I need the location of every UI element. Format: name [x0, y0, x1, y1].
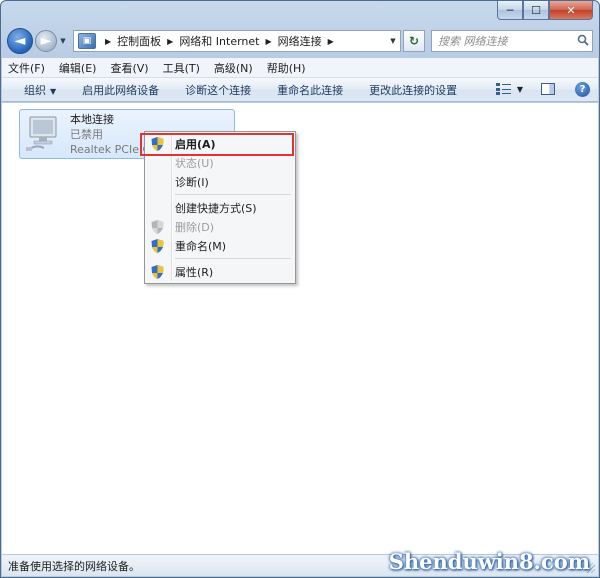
address-dropdown[interactable]: ▼: [386, 37, 400, 45]
search-input[interactable]: 搜索 网络连接: [431, 30, 593, 52]
context-menu-label: 启用(A): [175, 138, 216, 151]
context-menu: 启用(A) 状态(U) 诊断(I) 创建快捷方式(S) 删除(D) 重命名(M)…: [144, 131, 296, 284]
context-menu-create-shortcut[interactable]: 创建快捷方式(S): [147, 198, 293, 218]
close-button[interactable]: ✕: [549, 1, 593, 20]
watermark: Shenduwin8.com: [388, 549, 590, 574]
context-menu-label: 属性(R): [175, 266, 214, 279]
content-area: 本地连接 已禁用 Realtek PCIe G: [2, 103, 598, 554]
menu-bar: 文件(F) 编辑(E) 查看(V) 工具(T) 高级(N) 帮助(H): [2, 58, 598, 78]
breadcrumb-separator[interactable]: ▶: [328, 37, 334, 46]
connection-status: 已禁用: [70, 128, 103, 141]
breadcrumb: ▶ 控制面板 ▶ 网络和 Internet ▶ 网络连接 ▶: [99, 33, 340, 49]
organize-label: 组织: [24, 83, 46, 97]
minimize-button[interactable]: ─: [497, 1, 523, 20]
change-settings-button[interactable]: 更改此连接的设置: [369, 82, 457, 98]
recent-pages-dropdown[interactable]: ▼: [57, 37, 69, 45]
context-menu-label: 状态(U): [175, 157, 214, 170]
enable-device-button[interactable]: 启用此网络设备: [82, 82, 159, 98]
breadcrumb-network-internet[interactable]: 网络和 Internet: [179, 33, 259, 49]
view-dropdown-icon[interactable]: ▼: [517, 85, 523, 94]
organize-button[interactable]: 组织 ▼: [24, 82, 56, 98]
menu-tools[interactable]: 工具(T): [163, 60, 200, 76]
breadcrumb-separator[interactable]: ▶: [167, 37, 173, 46]
connection-name: 本地连接: [70, 113, 114, 126]
view-options-icon[interactable]: [495, 81, 513, 97]
network-adapter-icon: [26, 116, 57, 151]
uac-shield-icon: [151, 137, 164, 151]
command-bar-right: ▼ ?: [495, 81, 590, 97]
rename-connection-button[interactable]: 重命名此连接: [277, 82, 343, 98]
preview-pane-icon[interactable]: [541, 83, 555, 95]
maximize-button[interactable]: ☐: [523, 1, 549, 20]
command-bar: 组织 ▼ 启用此网络设备 诊断这个连接 重命名此连接 更改此连接的设置 ▼ ?: [2, 78, 598, 102]
status-text: 准备使用选择的网络设备。: [8, 559, 140, 573]
context-menu-label: 创建快捷方式(S): [175, 202, 257, 215]
forward-button[interactable]: ►: [35, 30, 57, 52]
context-menu-delete[interactable]: 删除(D): [147, 217, 293, 237]
refresh-button[interactable]: ↻: [403, 30, 425, 52]
context-menu-properties[interactable]: 属性(R): [147, 262, 293, 282]
menu-help[interactable]: 帮助(H): [267, 60, 306, 76]
menu-file[interactable]: 文件(F): [8, 60, 45, 76]
context-menu-status[interactable]: 状态(U): [147, 153, 293, 173]
chevron-down-icon: ▼: [50, 86, 57, 96]
breadcrumb-control-panel[interactable]: 控制面板: [117, 33, 161, 49]
search-icon[interactable]: [574, 34, 592, 49]
context-menu-label: 删除(D): [175, 221, 215, 234]
address-row: ◄ ► ▼ ▣ ▶ 控制面板 ▶ 网络和 Internet ▶ 网络连接 ▶ ▼…: [7, 27, 593, 55]
context-menu-label: 诊断(I): [175, 176, 209, 189]
back-button[interactable]: ◄: [7, 28, 33, 54]
context-menu-label: 重命名(M): [175, 240, 227, 253]
breadcrumb-network-connections[interactable]: 网络连接: [278, 33, 322, 49]
uac-shield-icon: [151, 265, 164, 279]
address-bar[interactable]: ▣ ▶ 控制面板 ▶ 网络和 Internet ▶ 网络连接 ▶ ▼: [73, 30, 401, 52]
search-placeholder: 搜索 网络连接: [438, 35, 508, 48]
connection-device: Realtek PCIe G: [70, 143, 152, 156]
context-menu-separator: [175, 194, 291, 195]
breadcrumb-separator[interactable]: ▶: [105, 37, 111, 46]
breadcrumb-separator[interactable]: ▶: [266, 37, 272, 46]
refresh-icon: ↻: [408, 34, 420, 48]
menu-view[interactable]: 查看(V): [110, 60, 148, 76]
menu-advanced[interactable]: 高级(N): [214, 60, 253, 76]
context-menu-separator: [175, 258, 291, 259]
context-menu-diagnose[interactable]: 诊断(I): [147, 172, 293, 192]
uac-shield-icon: [151, 239, 164, 253]
explorer-window: ─ ☐ ✕ ◄ ► ▼ ▣ ▶ 控制面板 ▶ 网络和 Internet ▶ 网络…: [0, 0, 600, 578]
control-panel-icon: ▣: [78, 33, 96, 49]
context-menu-enable[interactable]: 启用(A): [147, 134, 293, 154]
uac-shield-icon: [151, 220, 164, 234]
help-icon[interactable]: ?: [575, 81, 590, 97]
connection-text: 本地连接 已禁用 Realtek PCIe G: [70, 112, 151, 157]
menu-edit[interactable]: 编辑(E): [59, 60, 97, 76]
context-menu-rename[interactable]: 重命名(M): [147, 236, 293, 256]
caption-buttons: ─ ☐ ✕: [497, 1, 593, 21]
diagnose-connection-button[interactable]: 诊断这个连接: [185, 82, 251, 98]
